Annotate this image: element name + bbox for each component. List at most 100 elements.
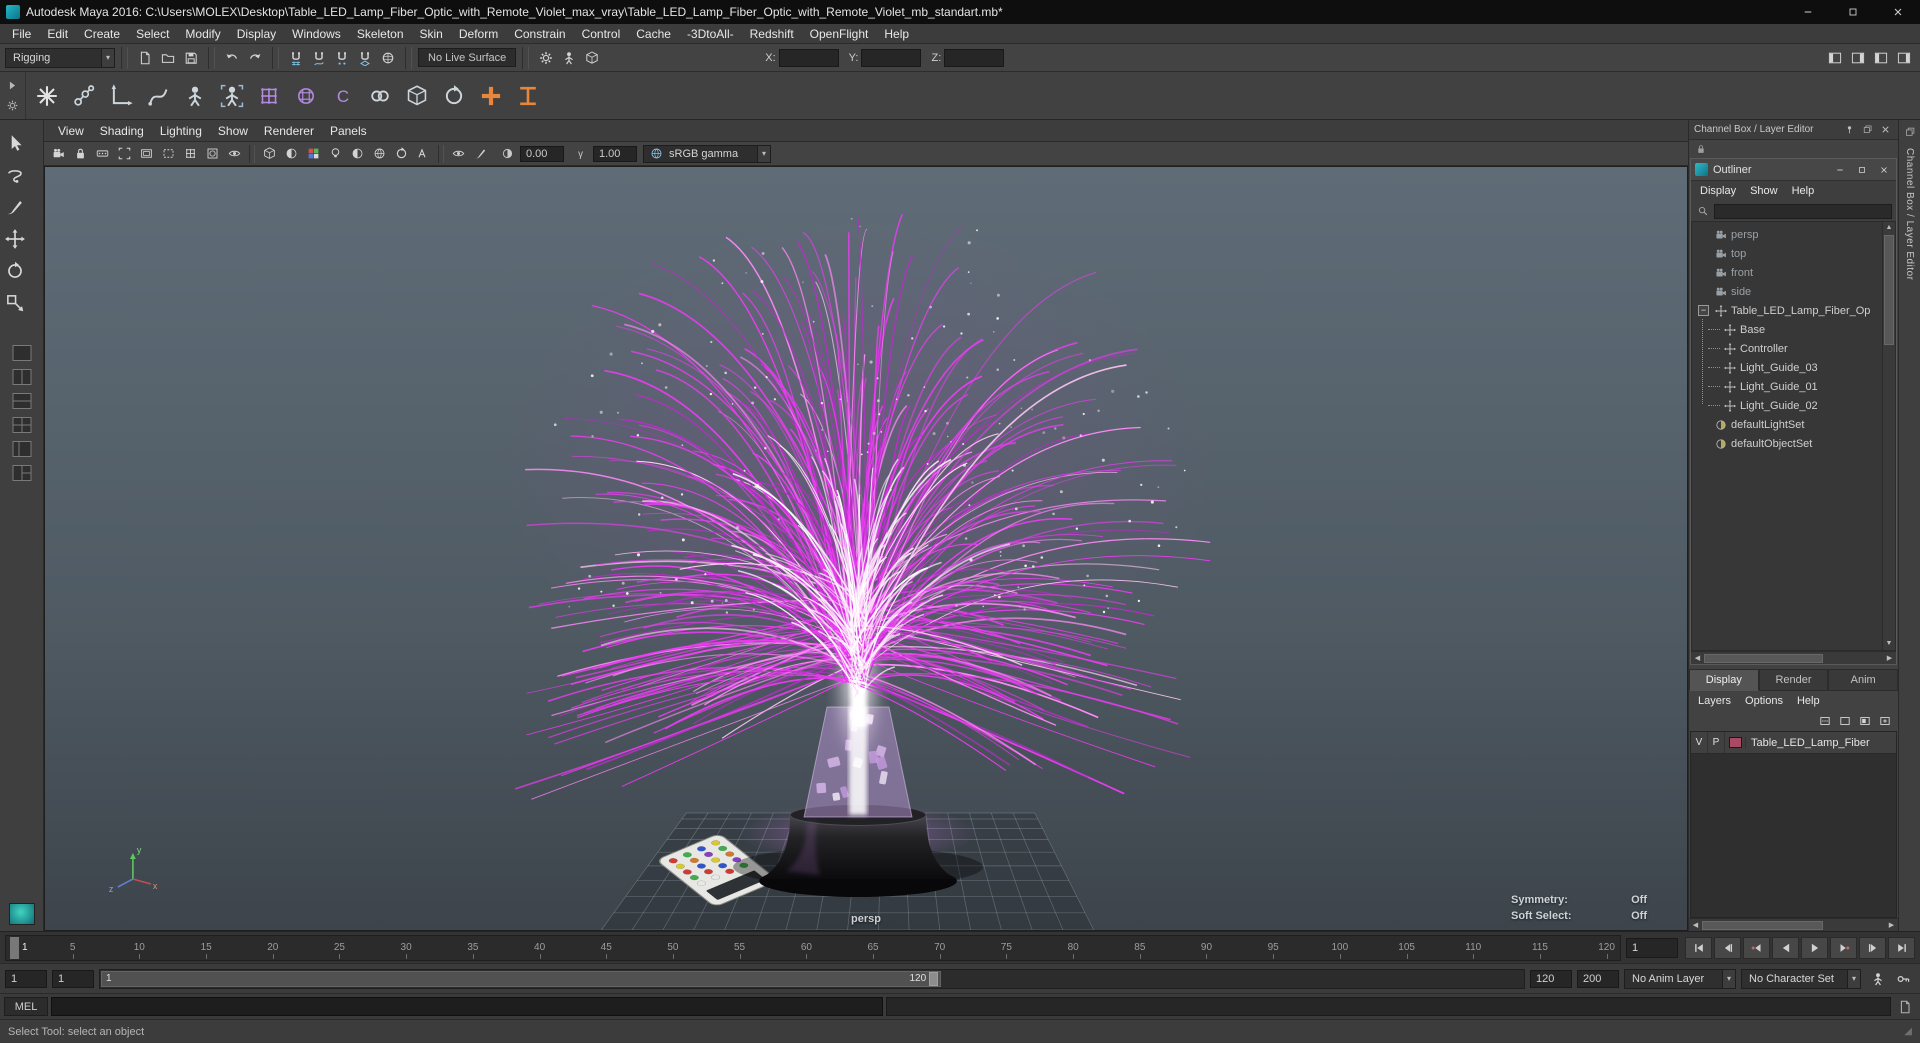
menu-openflight[interactable]: OpenFlight [802,24,877,43]
exposure-icon[interactable] [497,143,518,164]
scrollbar-thumb[interactable] [1702,920,1824,930]
lock-camera-icon[interactable] [70,143,91,164]
select-tool-icon[interactable] [0,128,30,158]
time-tick[interactable]: 95 [1268,942,1279,953]
live-surface-field[interactable]: No Live Surface [418,48,517,67]
camera-attributes-icon[interactable] [92,143,113,164]
current-time-indicator[interactable] [10,936,19,959]
time-tick[interactable]: 80 [1068,942,1079,953]
exposure-field[interactable]: 0.00 [520,145,564,162]
shadows-icon[interactable] [347,143,368,164]
layer-playback-toggle[interactable]: P [1708,732,1725,753]
paint-select-tool-icon[interactable] [0,192,30,222]
close-icon[interactable] [1875,162,1892,178]
snap-to-curve-icon[interactable] [308,47,330,69]
snap-to-plane-icon[interactable] [354,47,376,69]
scale-tool-icon[interactable] [0,288,30,318]
time-tick[interactable]: 40 [534,942,545,953]
scrollbar-thumb[interactable] [1884,235,1894,345]
time-tick[interactable]: 100 [1331,942,1348,953]
time-tick[interactable]: 110 [1465,942,1481,953]
go-to-start-button[interactable] [1685,936,1712,959]
layout-single-button[interactable] [9,344,35,364]
use-all-lights-icon[interactable] [325,143,346,164]
animation-end-field[interactable] [1577,969,1619,988]
layer-menu-layers[interactable]: Layers [1691,691,1738,711]
command-result-field[interactable] [886,997,1891,1016]
safe-action-icon[interactable] [202,143,223,164]
parent-constraint-icon[interactable] [362,78,398,114]
joint-tool-icon[interactable] [66,78,102,114]
textured-display-icon[interactable] [303,143,324,164]
time-ruler[interactable]: 1 5 10 15 20 25 30 35 40 45 50 55 60 65 70 75 80 85 90 95 1… [5,934,1621,961]
layer-options-icon[interactable] [1816,712,1834,730]
quick-rig-icon[interactable] [214,78,250,114]
ik-handle-tool-icon[interactable] [103,78,139,114]
select-hierarchy-icon[interactable] [558,47,580,69]
time-tick[interactable]: 30 [401,942,412,953]
tab-render[interactable]: Render [1758,669,1829,691]
outliner-item-top[interactable]: top [1692,244,1895,263]
menu-select[interactable]: Select [128,24,177,43]
rotate-tool-icon[interactable] [0,256,30,286]
edit-membership-icon[interactable] [510,78,546,114]
gate-mask-icon[interactable] [158,143,179,164]
film-gate-icon[interactable] [114,143,135,164]
time-tick[interactable]: 45 [601,942,612,953]
create-node-icon[interactable] [29,78,65,114]
saved-layout-persp-thumbnail[interactable] [8,903,35,925]
lasso-tool-icon[interactable] [0,160,30,190]
menu-control[interactable]: Control [574,24,629,43]
menu-edit[interactable]: Edit [39,24,76,43]
point-constraint-icon[interactable] [399,78,435,114]
time-tick[interactable]: 70 [934,942,945,953]
play-forwards-button[interactable] [1801,936,1828,959]
screen-space-ao-icon[interactable] [369,143,390,164]
outliner-item-defaultlightset[interactable]: defaultLightSet [1692,415,1895,434]
time-tick[interactable]: 65 [867,942,878,953]
playback-end-field[interactable] [1530,969,1572,988]
new-scene-icon[interactable] [134,47,156,69]
select-object-icon[interactable] [581,47,603,69]
animation-start-field[interactable] [52,969,94,988]
scroll-left-icon[interactable]: ◀ [1689,921,1702,929]
snap-to-grid-icon[interactable] [285,47,307,69]
scroll-right-icon[interactable]: ▶ [1883,654,1896,662]
redo-icon[interactable] [244,47,266,69]
script-editor-icon[interactable] [1894,996,1916,1018]
range-track[interactable]: 1 120 [99,968,1525,989]
menu-file[interactable]: File [4,24,39,43]
time-tick[interactable]: 90 [1201,942,1212,953]
viewport-canvas[interactable]: y x z persp Symmetry: Off Soft Select: O… [44,166,1688,931]
outliner-filter-input[interactable] [1714,203,1892,219]
layer-menu-options[interactable]: Options [1738,691,1790,711]
insert-joint-tool-icon[interactable] [140,78,176,114]
auto-keyframe-icon[interactable] [1891,968,1915,990]
time-tick[interactable]: 105 [1398,942,1415,953]
maximize-icon[interactable] [1853,162,1870,178]
scroll-up-icon[interactable]: ▲ [1883,222,1895,234]
save-scene-icon[interactable] [180,47,202,69]
new-empty-layer-icon[interactable] [1836,712,1854,730]
shelf-tab-icon[interactable] [4,77,22,95]
step-back-key-button[interactable] [1743,936,1770,959]
close-icon[interactable] [1878,122,1893,137]
layout-two-stacked-button[interactable] [9,392,35,412]
time-tick[interactable]: 85 [1134,942,1145,953]
layout-outliner-persp-button[interactable] [9,464,35,484]
outliner-item-side[interactable]: side [1692,282,1895,301]
open-scene-icon[interactable] [157,47,179,69]
time-tick[interactable]: 15 [201,942,212,953]
command-language-button[interactable]: MEL [4,997,48,1016]
time-tick[interactable]: 75 [1001,942,1012,953]
layout-two-side-button[interactable] [9,368,35,388]
panel-menu-view[interactable]: View [50,120,92,141]
outliner-item-defaultobjectset[interactable]: defaultObjectSet [1692,434,1895,453]
outliner-item-light_guide_03[interactable]: Light_Guide_03 [1692,358,1895,377]
menu-windows[interactable]: Windows [284,24,349,43]
menu-cache[interactable]: Cache [628,24,679,43]
make-live-icon[interactable] [377,47,399,69]
lattice-sphere-icon[interactable] [288,78,324,114]
time-tick[interactable]: 20 [267,942,278,953]
menu-create[interactable]: Create [76,24,128,43]
